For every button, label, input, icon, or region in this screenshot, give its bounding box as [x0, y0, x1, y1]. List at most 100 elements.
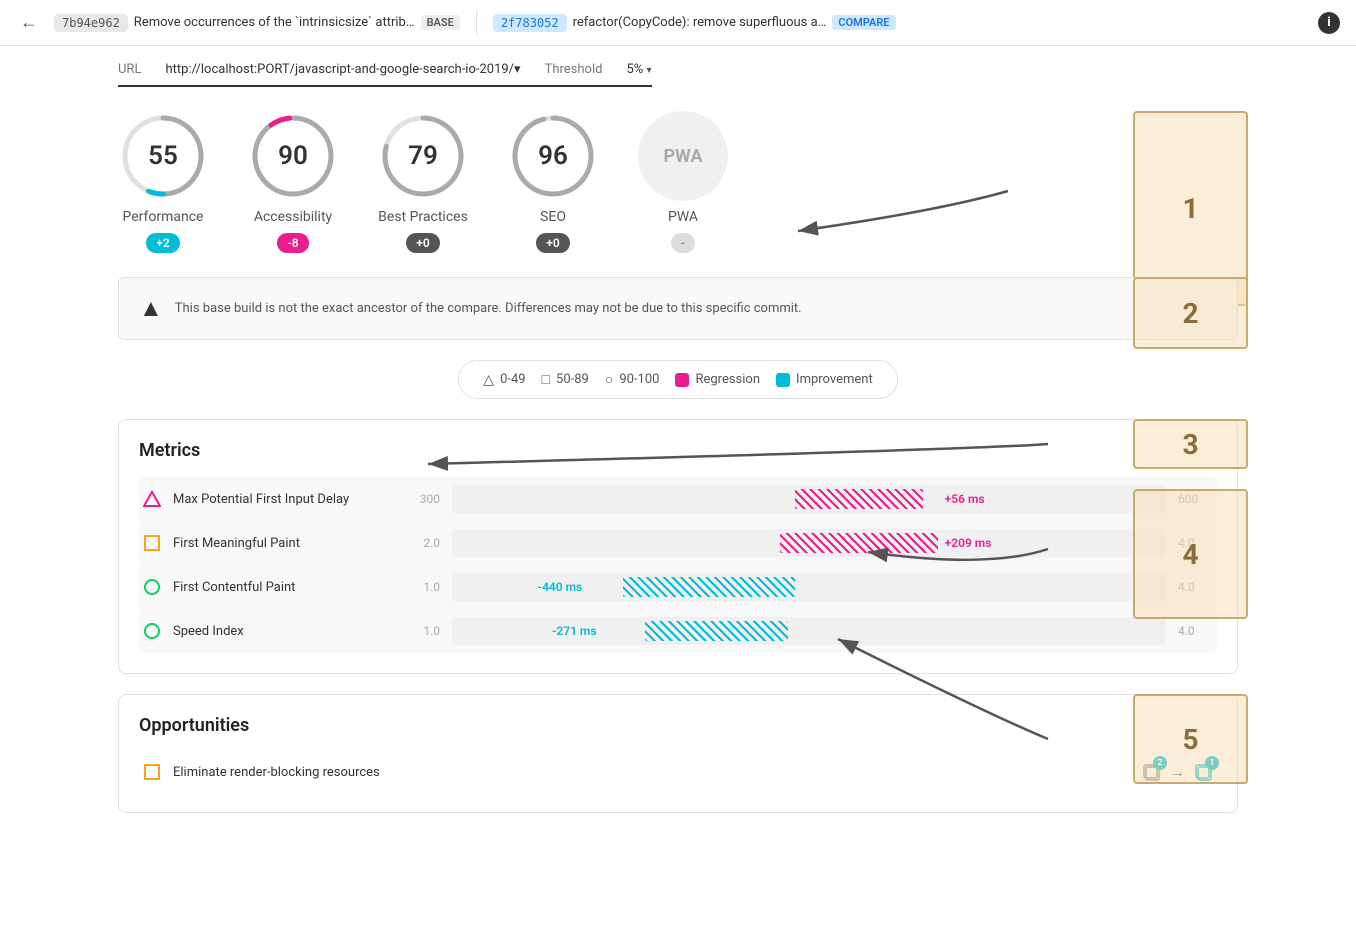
legend-item-50-89: □ 50-89	[542, 371, 589, 388]
opp-compare-badge: 1	[1205, 756, 1219, 770]
accessibility-label: Accessibility	[254, 209, 332, 225]
metric-delta-3: -271 ms	[552, 624, 597, 638]
metric-end-0: 600	[1178, 492, 1213, 506]
circle-icon: ○	[605, 371, 613, 388]
metric-start-3: 1.0	[405, 624, 440, 638]
score-card-pwa: PWA PWA -	[638, 111, 728, 253]
seo-score: 96	[538, 141, 568, 171]
metric-name-speed-index: Speed Index	[173, 624, 393, 639]
metric-row-first-contentful-paint: First Contentful Paint 1.0 -440 ms 4.0	[139, 565, 1217, 609]
base-commit-hash: 7b94e962	[54, 14, 128, 32]
circle-green-icon-2	[143, 622, 161, 640]
arrow-right-icon: →	[1169, 762, 1185, 782]
opportunities-title: Opportunities	[139, 715, 1217, 736]
legend-label-50-89: 50-89	[556, 372, 589, 387]
metric-name-first-meaningful-paint: First Meaningful Paint	[173, 536, 393, 551]
performance-label: Performance	[123, 209, 204, 225]
warning-text: This base build is not the exact ancesto…	[175, 299, 802, 319]
legend-label-improvement: Improvement	[796, 372, 873, 387]
warning-banner: ▲ This base build is not the exact ances…	[118, 277, 1238, 340]
metric-end-3: 4.0	[1178, 624, 1213, 638]
metric-start-1: 2.0	[405, 536, 440, 550]
score-card-seo: 96 SEO +0	[508, 111, 598, 253]
metric-end-2: 4.0	[1178, 580, 1213, 594]
info-icon[interactable]: i	[1318, 12, 1340, 34]
opportunities-wrapper: Opportunities Eliminate render-blocking …	[118, 694, 1238, 813]
opp-row-0: Eliminate render-blocking resources 2 →	[139, 752, 1217, 792]
improvement-swatch	[776, 373, 790, 387]
warning-section: ▲ This base build is not the exact ances…	[118, 277, 1238, 340]
seo-label: SEO	[540, 209, 566, 225]
metric-delta-0: +56 ms	[945, 492, 985, 506]
seo-gauge: 96	[508, 111, 598, 201]
pwa-gauge: PWA	[638, 111, 728, 201]
metric-start-2: 1.0	[405, 580, 440, 594]
threshold-dropdown[interactable]: 5% ▾	[626, 62, 651, 77]
best-practices-delta: +0	[406, 233, 439, 253]
base-commit-tag: 7b94e962 Remove occurrences of the `intr…	[54, 14, 460, 32]
scores-section: 55 Performance +2 90 Ac	[118, 111, 1238, 253]
metric-name-first-input-delay: Max Potential First Input Delay	[173, 492, 393, 507]
legend-item-90-100: ○ 90-100	[605, 371, 660, 388]
url-value[interactable]: http://localhost:PORT/javascript-and-goo…	[165, 62, 520, 77]
accessibility-gauge: 90	[248, 111, 338, 201]
metric-bar-1: +209 ms	[452, 529, 1166, 557]
metric-end-1: 4.0	[1178, 536, 1213, 550]
best-practices-label: Best Practices	[378, 209, 468, 225]
legend-item-0-49: △ 0-49	[483, 372, 525, 388]
circle-green-icon	[143, 578, 161, 596]
metric-row-speed-index: Speed Index 1.0 -271 ms 4.0	[139, 609, 1217, 653]
metric-bar-3: -271 ms	[452, 617, 1166, 645]
pwa-delta: -	[671, 233, 695, 253]
url-threshold-row: URL http://localhost:PORT/javascript-and…	[118, 62, 652, 87]
metric-start-0: 300	[405, 492, 440, 506]
metric-bar-0: +56 ms	[452, 485, 1166, 513]
threshold-arrow-icon: ▾	[647, 65, 652, 76]
legend-item-regression: Regression	[675, 372, 760, 387]
metric-row-first-meaningful-paint: First Meaningful Paint 2.0 +209 ms 4.0	[139, 521, 1217, 565]
threshold-label: Threshold	[545, 62, 603, 77]
score-cards: 55 Performance +2 90 Ac	[118, 111, 1238, 253]
regression-swatch	[675, 373, 689, 387]
square-orange-icon	[143, 534, 161, 552]
triangle-icon: △	[483, 372, 494, 388]
compare-commit-tag: 2f783052 refactor(CopyCode): remove supe…	[493, 14, 896, 32]
back-button[interactable]: ←	[16, 8, 42, 37]
score-legend: △ 0-49 □ 50-89 ○ 90-100 Regression Impro…	[458, 360, 897, 399]
metrics-section: Metrics Max Potential First Input Delay …	[118, 419, 1238, 674]
opp-base-icon[interactable]: 2	[1141, 762, 1161, 782]
metric-bar-2: -440 ms	[452, 573, 1166, 601]
metrics-wrapper: Metrics Max Potential First Input Delay …	[118, 419, 1238, 674]
compare-commit-hash: 2f783052	[493, 14, 567, 32]
opp-icons-0: 2 → 1	[1141, 762, 1213, 782]
metric-delta-1: +209 ms	[945, 536, 992, 550]
legend-item-improvement: Improvement	[776, 372, 873, 387]
header: ← 7b94e962 Remove occurrences of the `in…	[0, 0, 1356, 46]
seo-delta: +0	[536, 233, 569, 253]
score-card-best-practices: 79 Best Practices +0	[378, 111, 468, 253]
accessibility-delta: -8	[277, 233, 308, 253]
square-icon: □	[542, 371, 550, 388]
square-orange-icon-opp	[143, 763, 161, 781]
base-badge: BASE	[421, 15, 460, 30]
opportunities-section: Opportunities Eliminate render-blocking …	[118, 694, 1238, 813]
score-card-accessibility: 90 Accessibility -8	[248, 111, 338, 253]
metric-delta-2: -440 ms	[538, 580, 583, 594]
main-content: URL http://localhost:PORT/javascript-and…	[78, 46, 1278, 849]
compare-badge: COMPARE	[832, 15, 895, 30]
metric-name-first-contentful-paint: First Contentful Paint	[173, 580, 393, 595]
opp-base-badge: 2	[1153, 756, 1167, 770]
legend-label-90-100: 90-100	[619, 372, 659, 387]
metric-row-first-input-delay: Max Potential First Input Delay 300 +56 …	[139, 477, 1217, 521]
legend-label-0-49: 0-49	[500, 372, 526, 387]
best-practices-score: 79	[408, 141, 438, 171]
legend-label-regression: Regression	[695, 372, 760, 387]
opp-name-0: Eliminate render-blocking resources	[173, 765, 1129, 780]
opp-compare-icon[interactable]: 1	[1193, 762, 1213, 782]
compare-commit-desc: refactor(CopyCode): remove superfluous a…	[573, 15, 827, 30]
url-label: URL	[118, 62, 141, 77]
performance-gauge: 55	[118, 111, 208, 201]
base-commit-desc: Remove occurrences of the `intrinsicsize…	[134, 15, 415, 30]
triangle-red-icon	[143, 490, 161, 508]
accessibility-score: 90	[278, 141, 308, 171]
